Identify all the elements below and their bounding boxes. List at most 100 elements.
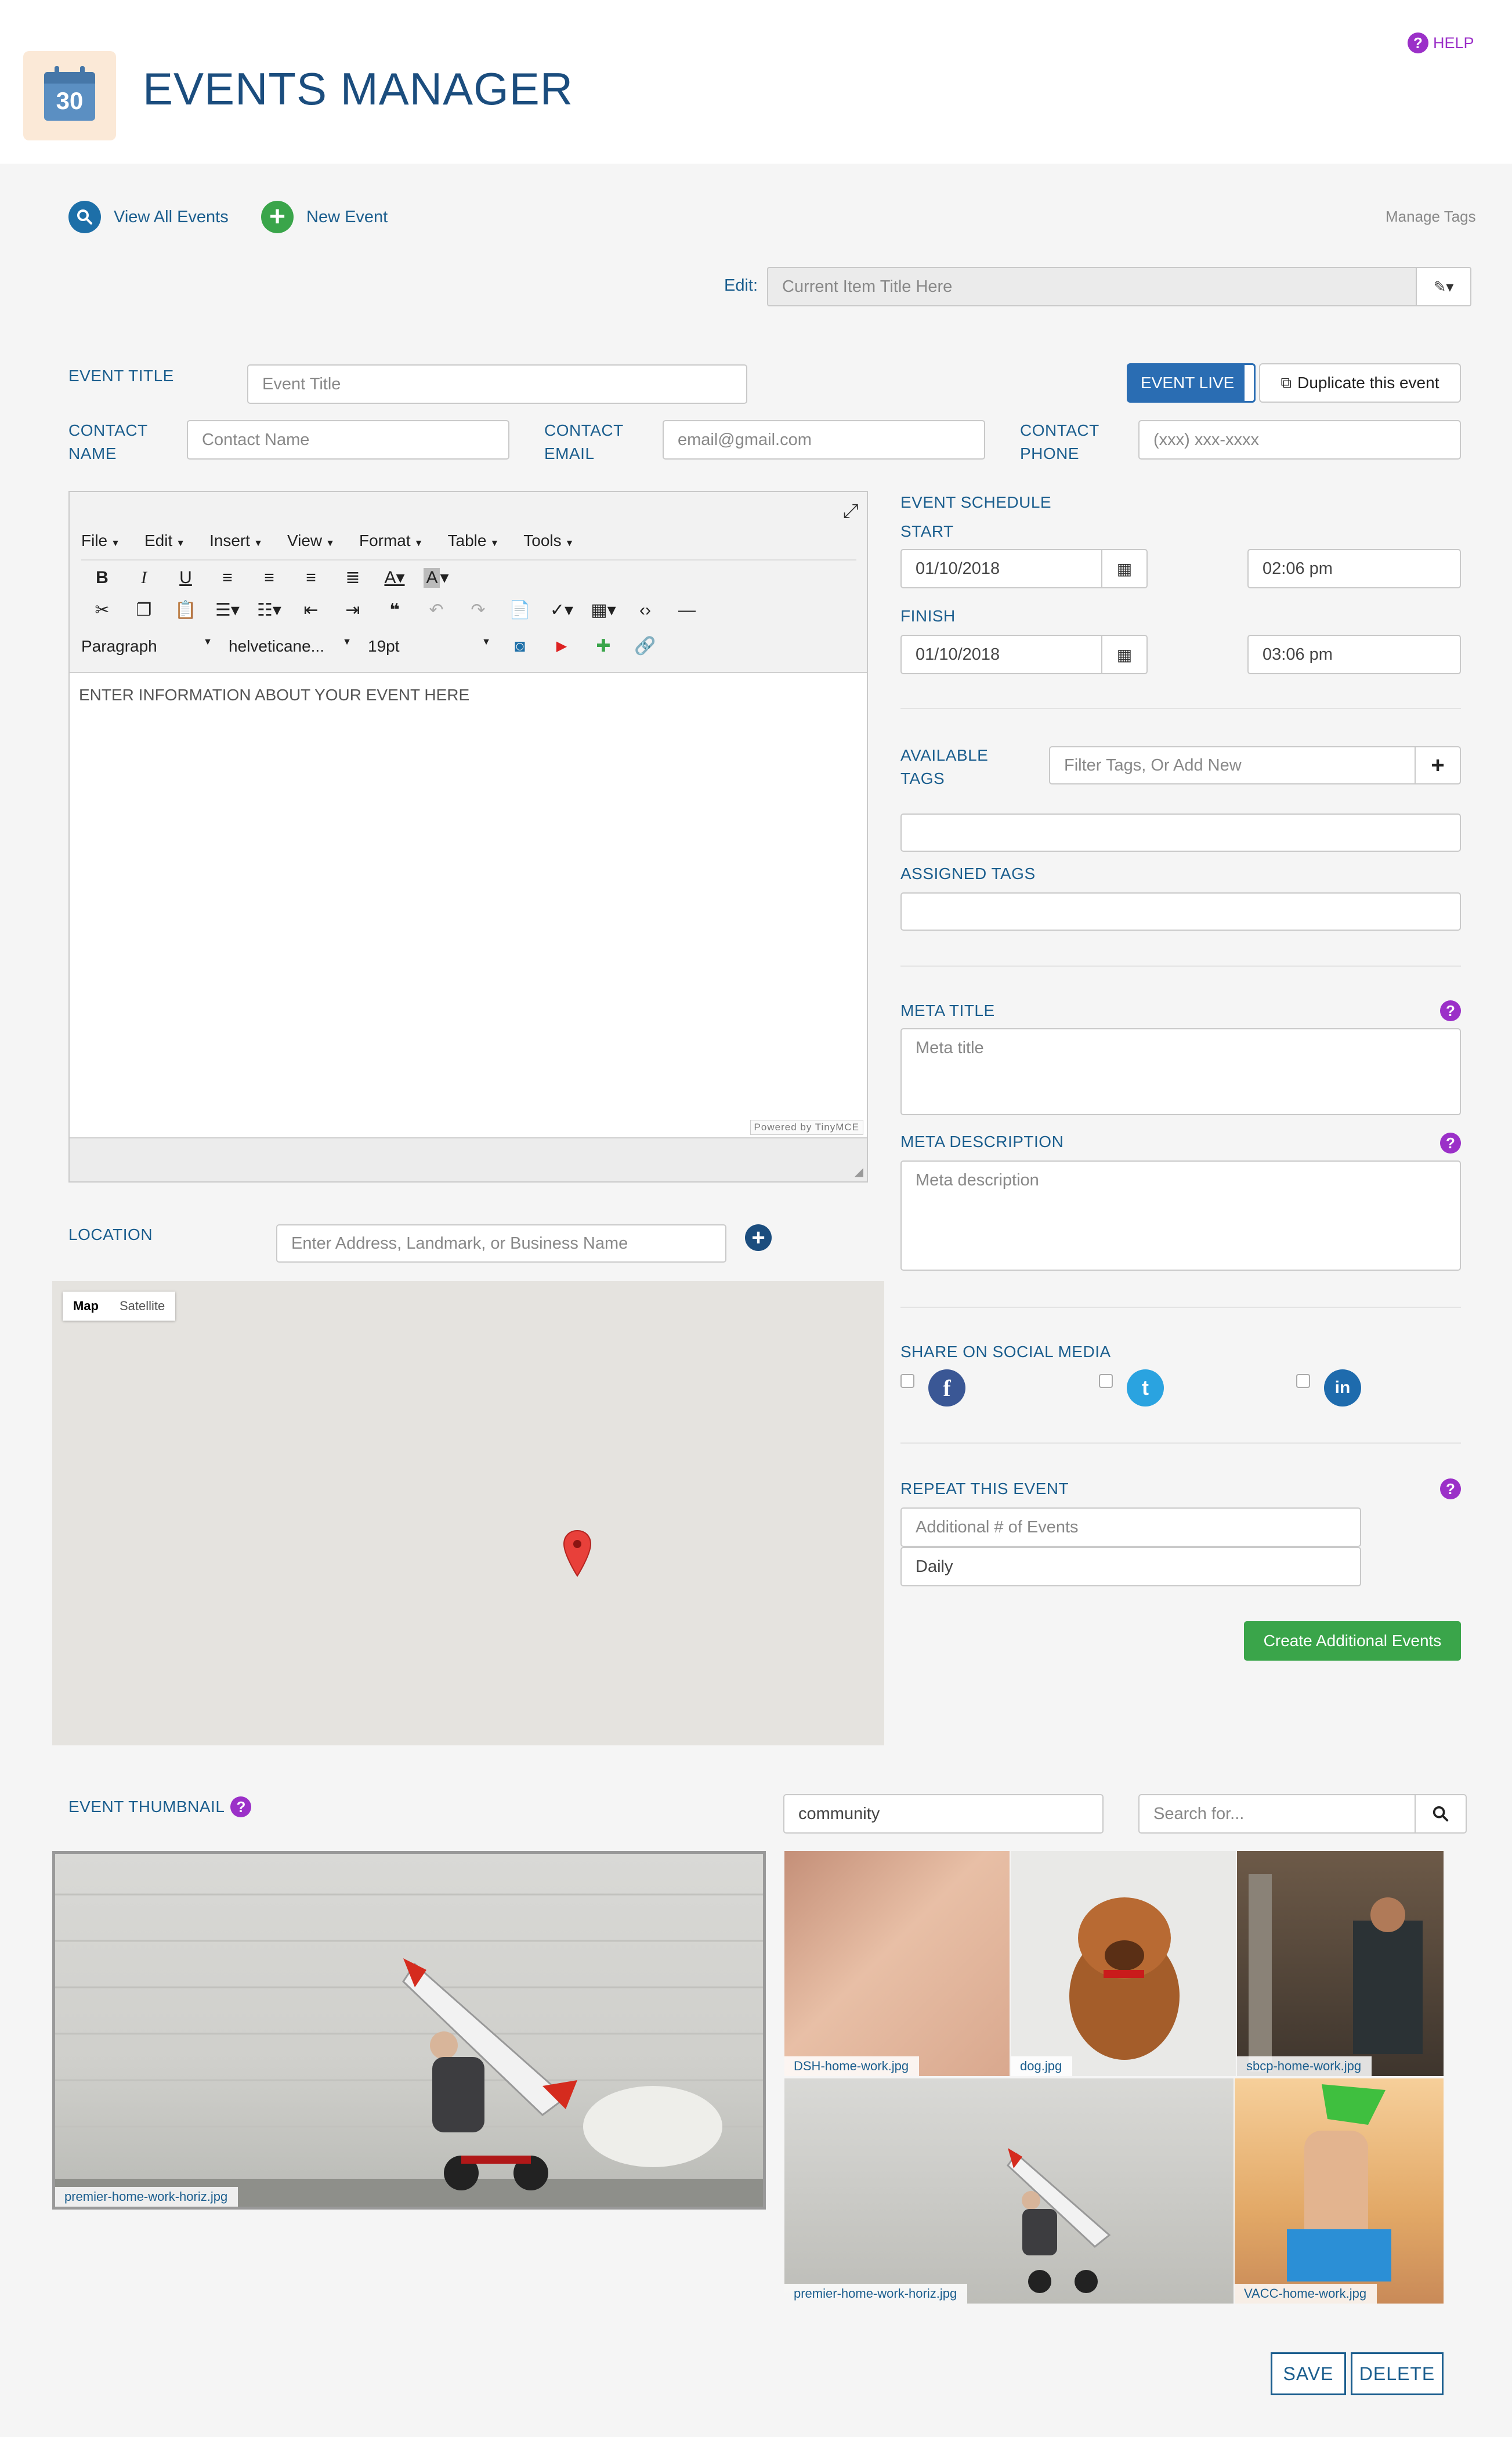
numbered-list-icon[interactable]: ☷▾	[248, 600, 290, 620]
resize-handle-icon[interactable]: ◢	[855, 1165, 863, 1179]
align-right-icon[interactable]: ≡	[290, 568, 332, 588]
add-file-icon[interactable]: ✚	[583, 636, 624, 656]
library-image-5[interactable]: VACC-home-work.jpg	[1235, 2078, 1444, 2304]
create-additional-events-button[interactable]: Create Additional Events	[1244, 1621, 1461, 1661]
underline-icon[interactable]: U	[165, 568, 207, 588]
start-time-input[interactable]: 02:06 pm	[1247, 549, 1461, 588]
event-title-input[interactable]: Event Title	[247, 364, 747, 404]
horizontal-rule-icon[interactable]: —	[666, 601, 708, 620]
available-tags-label: AVAILABLE TAGS	[900, 746, 989, 787]
add-tag-button[interactable]: +	[1415, 746, 1461, 784]
bold-icon[interactable]: B	[81, 568, 123, 588]
camera-icon[interactable]: ◙	[499, 637, 541, 656]
duplicate-event-button[interactable]: ⧉ Duplicate this event	[1259, 363, 1461, 403]
undo-icon[interactable]: ↶	[415, 600, 457, 620]
menu-file[interactable]: File ▼	[81, 531, 120, 550]
library-search-button[interactable]	[1415, 1794, 1467, 1834]
start-date-input[interactable]: 01/10/2018	[900, 549, 1102, 588]
code-icon[interactable]: ‹›	[624, 601, 666, 620]
bullet-list-icon[interactable]: ☰▾	[207, 600, 248, 620]
start-calendar-button[interactable]: ▦	[1101, 549, 1148, 588]
repeat-event-help-icon[interactable]: ?	[1440, 1478, 1461, 1499]
available-tags-list[interactable]	[900, 813, 1461, 852]
contact-email-input[interactable]: email@gmail.com	[663, 420, 985, 460]
satellite-tab[interactable]: Satellite	[109, 1292, 175, 1321]
outdent-icon[interactable]: ⇤	[290, 600, 332, 620]
assigned-tags-list[interactable]	[900, 892, 1461, 931]
paragraph-select[interactable]: Paragraph ▼	[81, 637, 220, 656]
twitter-checkbox[interactable]	[1099, 1374, 1113, 1388]
library-image-caption: sbcp-home-work.jpg	[1237, 2056, 1372, 2076]
delete-button[interactable]: DELETE	[1351, 2352, 1444, 2395]
map-tab[interactable]: Map	[63, 1292, 109, 1321]
finish-time-input[interactable]: 03:06 pm	[1247, 635, 1461, 674]
library-filter-input[interactable]: community	[783, 1794, 1104, 1834]
save-button[interactable]: SAVE	[1271, 2352, 1346, 2395]
manage-tags-link[interactable]: Manage Tags	[1386, 208, 1476, 226]
current-item-title-input[interactable]: Current Item Title Here	[767, 267, 1417, 306]
meta-description-label: META DESCRIPTION	[900, 1133, 1064, 1151]
meta-title-input[interactable]: Meta title	[900, 1028, 1461, 1115]
meta-description-help-icon[interactable]: ?	[1440, 1133, 1461, 1154]
library-image-4[interactable]: premier-home-work-horiz.jpg	[784, 2078, 1234, 2304]
link-icon[interactable]: 🔗	[624, 636, 666, 656]
location-input[interactable]: Enter Address, Landmark, or Business Nam…	[276, 1224, 726, 1263]
meta-description-input[interactable]: Meta description	[900, 1160, 1461, 1271]
paste-text-icon[interactable]: 📄	[499, 600, 541, 620]
linkedin-checkbox[interactable]	[1296, 1374, 1310, 1388]
repeat-frequency-select[interactable]: Daily	[900, 1547, 1361, 1586]
finish-calendar-button[interactable]: ▦	[1101, 635, 1148, 674]
blockquote-icon[interactable]: ❝	[374, 600, 415, 620]
menu-insert[interactable]: Insert ▼	[209, 531, 263, 550]
italic-icon[interactable]: I	[123, 568, 165, 588]
add-location-icon[interactable]: +	[745, 1224, 772, 1251]
editor-menubar: File ▼ Edit ▼ Insert ▼ View ▼ Format ▼ Table ▼…	[81, 531, 599, 550]
align-center-icon[interactable]: ≡	[248, 568, 290, 588]
meta-title-help-icon[interactable]: ?	[1440, 1000, 1461, 1021]
copy-icon[interactable]: ❐	[123, 600, 165, 620]
font-family-select[interactable]: helveticane... ▼	[220, 637, 360, 656]
help-link[interactable]: ? HELP	[1408, 32, 1474, 53]
edit-tool-button[interactable]: ✎▾	[1416, 267, 1471, 306]
menu-format[interactable]: Format ▼	[359, 531, 424, 550]
align-left-icon[interactable]: ≡	[207, 568, 248, 588]
filter-tags-input[interactable]: Filter Tags, Or Add New	[1049, 746, 1416, 784]
library-search-input[interactable]: Search for...	[1138, 1794, 1416, 1834]
menu-edit[interactable]: Edit ▼	[144, 531, 185, 550]
contact-name-input[interactable]: Contact Name	[187, 420, 509, 460]
table-icon[interactable]: ▦▾	[583, 600, 624, 620]
menu-table[interactable]: Table ▼	[448, 531, 500, 550]
map[interactable]: Map Satellite	[52, 1281, 884, 1745]
align-justify-icon[interactable]: ≣	[332, 567, 374, 588]
library-image-1[interactable]: DSH-home-work.jpg	[784, 1851, 1010, 2076]
menu-tools[interactable]: Tools ▼	[523, 531, 574, 550]
indent-icon[interactable]: ⇥	[332, 600, 374, 620]
map-pin-icon[interactable]	[563, 1530, 592, 1580]
fullscreen-icon[interactable]: ⤢	[843, 500, 859, 523]
search-icon	[1433, 1806, 1449, 1822]
calendar-small-icon: ▦	[1116, 645, 1133, 664]
event-live-toggle[interactable]: EVENT LIVE	[1127, 363, 1256, 403]
menu-view[interactable]: View ▼	[287, 531, 335, 550]
new-event-link[interactable]: + New Event	[261, 201, 388, 233]
background-color-icon[interactable]: A ▾	[415, 567, 457, 588]
text-color-icon[interactable]: A▾	[374, 567, 415, 588]
view-all-events-link[interactable]: View All Events	[68, 201, 229, 233]
font-size-select[interactable]: 19pt ▼	[360, 637, 499, 656]
contact-phone-input[interactable]: (xxx) xxx-xxxx	[1138, 420, 1461, 460]
cut-icon[interactable]: ✂	[81, 600, 123, 620]
finish-date-input[interactable]: 01/10/2018	[900, 635, 1102, 674]
linkedin-icon: in	[1324, 1369, 1361, 1406]
library-image-2[interactable]: dog.jpg	[1011, 1851, 1236, 2076]
redo-icon[interactable]: ↷	[457, 600, 499, 620]
paste-icon[interactable]: 📋	[165, 600, 207, 620]
help-icon: ?	[1408, 32, 1428, 53]
youtube-icon[interactable]: ▶	[541, 638, 583, 655]
library-image-3[interactable]: sbcp-home-work.jpg	[1237, 1851, 1444, 2076]
editor-content[interactable]: ENTER INFORMATION ABOUT YOUR EVENT HERE	[79, 686, 469, 704]
thumbnail-help-icon[interactable]: ?	[230, 1796, 252, 1817]
facebook-checkbox[interactable]	[900, 1374, 914, 1388]
additional-events-input[interactable]: Additional # of Events	[900, 1507, 1361, 1547]
meta-title-label: META TITLE	[900, 1001, 995, 1019]
spellcheck-icon[interactable]: ✓▾	[541, 600, 583, 620]
